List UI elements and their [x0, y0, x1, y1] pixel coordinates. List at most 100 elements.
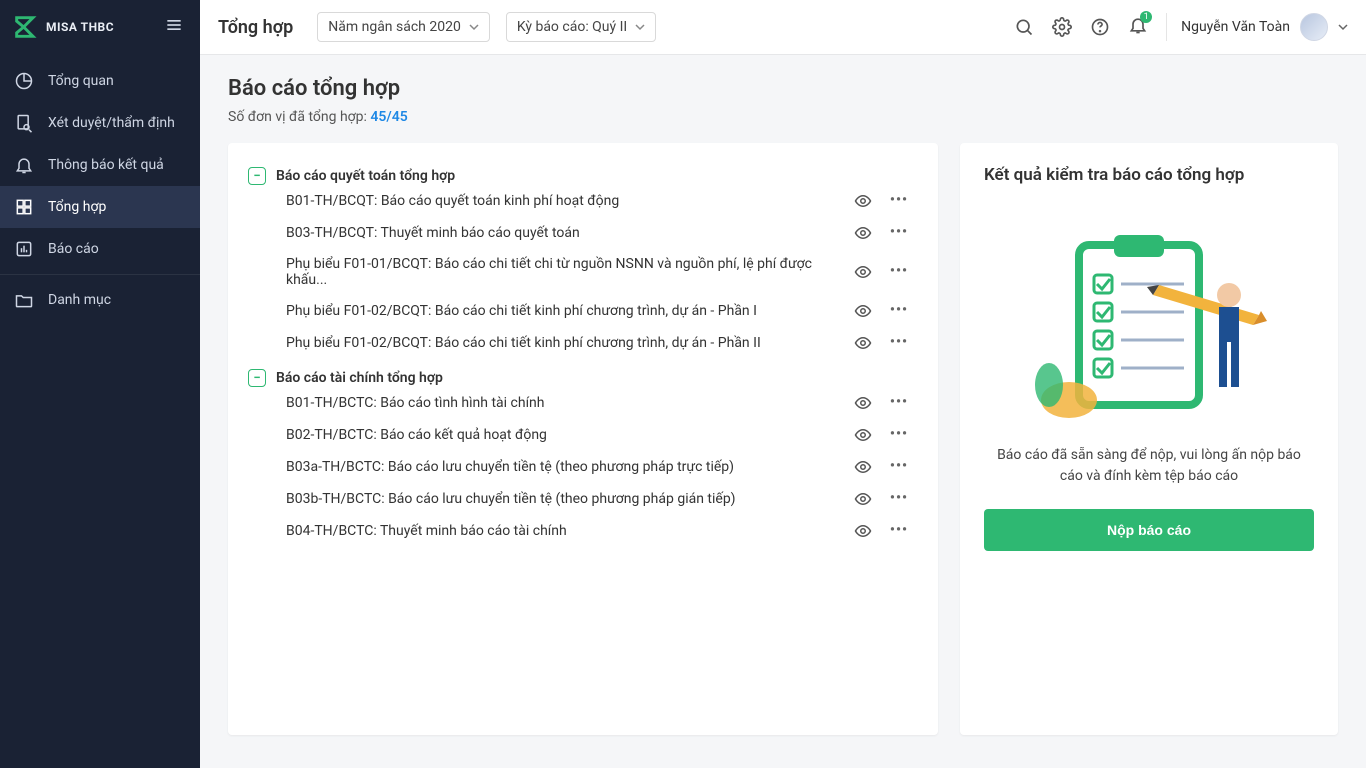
eye-icon[interactable]: [854, 302, 872, 320]
document-search-icon: [14, 113, 34, 133]
report-label[interactable]: B03b-TH/BCTC: Báo cáo lưu chuyển tiền tệ…: [286, 491, 854, 507]
row-actions: •••: [854, 224, 918, 242]
eye-icon[interactable]: [854, 458, 872, 476]
eye-icon[interactable]: [854, 334, 872, 352]
report-row: B01-TH/BCQT: Báo cáo quyết toán kinh phí…: [248, 185, 918, 217]
pie-chart-icon: [14, 71, 34, 91]
chevron-down-icon: [469, 22, 479, 32]
budget-year-select[interactable]: Năm ngân sách 2020: [317, 12, 490, 42]
report-row: B03-TH/BCQT: Thuyết minh báo cáo quyết t…: [248, 217, 918, 249]
eye-icon[interactable]: [854, 224, 872, 242]
period-label: Kỳ báo cáo: Quý II: [517, 19, 627, 35]
more-icon[interactable]: •••: [890, 302, 908, 320]
sidebar-item-report[interactable]: Báo cáo: [0, 228, 200, 270]
sidebar-item-notify[interactable]: Thông báo kết quả: [0, 144, 200, 186]
eye-icon[interactable]: [854, 394, 872, 412]
brand: MISA THBC: [0, 0, 200, 54]
group-header: − Báo cáo tài chính tổng hợp: [248, 369, 918, 387]
report-label[interactable]: B03a-TH/BCTC: Báo cáo lưu chuyển tiền tệ…: [286, 459, 854, 475]
report-row: B03a-TH/BCTC: Báo cáo lưu chuyển tiền tệ…: [248, 451, 918, 483]
report-row: B02-TH/BCTC: Báo cáo kết quả hoạt động ••…: [248, 419, 918, 451]
user-name: Nguyễn Văn Toàn: [1181, 19, 1290, 35]
page-heading: Báo cáo tổng hợp: [228, 76, 1366, 101]
bar-chart-icon: [14, 239, 34, 259]
group-title: Báo cáo quyết toán tổng hợp: [276, 168, 455, 184]
more-icon[interactable]: •••: [890, 490, 908, 508]
sidebar-item-label: Xét duyệt/thẩm định: [48, 115, 175, 131]
summary-label: Số đơn vị đã tổng hợp:: [228, 109, 367, 125]
row-actions: •••: [854, 458, 918, 476]
period-select[interactable]: Kỳ báo cáo: Quý II: [506, 12, 656, 42]
sidebar-item-label: Tổng hợp: [48, 199, 106, 215]
side-panel-title: Kết quả kiểm tra báo cáo tổng hợp: [984, 165, 1244, 185]
report-label[interactable]: B03-TH/BCQT: Thuyết minh báo cáo quyết t…: [286, 225, 854, 241]
more-icon[interactable]: •••: [890, 522, 908, 540]
eye-icon[interactable]: [854, 522, 872, 540]
group-title: Báo cáo tài chính tổng hợp: [276, 370, 443, 386]
eye-icon[interactable]: [854, 192, 872, 210]
row-actions: •••: [854, 302, 918, 320]
row-actions: •••: [854, 394, 918, 412]
more-icon[interactable]: •••: [890, 263, 908, 281]
sidebar-item-label: Thông báo kết quả: [48, 157, 164, 173]
report-row: Phụ biểu F01-01/BCQT: Báo cáo chi tiết c…: [248, 249, 918, 295]
report-row: B03b-TH/BCTC: Báo cáo lưu chuyển tiền tệ…: [248, 483, 918, 515]
more-icon[interactable]: •••: [890, 224, 908, 242]
collapse-icon[interactable]: −: [248, 167, 266, 185]
more-icon[interactable]: •••: [890, 334, 908, 352]
submit-report-button[interactable]: Nộp báo cáo: [984, 509, 1314, 551]
notifications-button[interactable]: 1: [1128, 15, 1148, 39]
bell-icon: [14, 155, 34, 175]
nav-separator: [0, 274, 200, 275]
brand-text: MISA THBC: [46, 20, 114, 34]
row-actions: •••: [854, 522, 918, 540]
menu-toggle-icon[interactable]: [160, 11, 188, 43]
help-icon[interactable]: [1090, 17, 1110, 37]
sidebar-item-overview[interactable]: Tổng quan: [0, 60, 200, 102]
grid-icon: [14, 197, 34, 217]
group-header: − Báo cáo quyết toán tổng hợp: [248, 167, 918, 185]
eye-icon[interactable]: [854, 426, 872, 444]
more-icon[interactable]: •••: [890, 458, 908, 476]
settings-icon[interactable]: [1052, 17, 1072, 37]
more-icon[interactable]: •••: [890, 192, 908, 210]
row-actions: •••: [854, 334, 918, 352]
sidebar-item-approve[interactable]: Xét duyệt/thẩm định: [0, 102, 200, 144]
report-row: Phụ biểu F01-02/BCQT: Báo cáo chi tiết k…: [248, 327, 918, 359]
report-label[interactable]: Phụ biểu F01-02/BCQT: Báo cáo chi tiết k…: [286, 335, 854, 351]
sidebar-item-label: Tổng quan: [48, 73, 114, 89]
group-body: B01-TH/BCTC: Báo cáo tình hình tài chính…: [248, 387, 918, 547]
search-icon[interactable]: [1014, 17, 1034, 37]
group-body: B01-TH/BCQT: Báo cáo quyết toán kinh phí…: [248, 185, 918, 359]
report-label[interactable]: Phụ biểu F01-01/BCQT: Báo cáo chi tiết c…: [286, 256, 854, 288]
report-label[interactable]: Phụ biểu F01-02/BCQT: Báo cáo chi tiết k…: [286, 303, 854, 319]
check-result-card: Kết quả kiểm tra báo cáo tổng hợp: [960, 143, 1338, 735]
collapse-icon[interactable]: −: [248, 369, 266, 387]
sidebar-item-catalog[interactable]: Danh mục: [0, 279, 200, 321]
report-label[interactable]: B04-TH/BCTC: Thuyết minh báo cáo tài chí…: [286, 523, 854, 539]
topbar: Tổng hợp Năm ngân sách 2020 Kỳ báo cáo: …: [200, 0, 1366, 54]
nav: Tổng quan Xét duyệt/thẩm định Thông báo …: [0, 54, 200, 321]
folder-icon: [14, 290, 34, 310]
logo-sigma-icon: [12, 13, 40, 41]
sidebar: MISA THBC Tổng quan Xét duyệt/thẩm định …: [0, 0, 200, 768]
sidebar-item-label: Báo cáo: [48, 241, 99, 257]
user-menu[interactable]: Nguyễn Văn Toàn: [1166, 13, 1348, 41]
sidebar-item-summary[interactable]: Tổng hợp: [0, 186, 200, 228]
more-icon[interactable]: •••: [890, 426, 908, 444]
report-label[interactable]: B02-TH/BCTC: Báo cáo kết quả hoạt động: [286, 427, 854, 443]
sidebar-item-label: Danh mục: [48, 292, 111, 308]
more-icon[interactable]: •••: [890, 394, 908, 412]
report-label[interactable]: B01-TH/BCQT: Báo cáo quyết toán kinh phí…: [286, 193, 854, 209]
report-row: B04-TH/BCTC: Thuyết minh báo cáo tài chí…: [248, 515, 918, 547]
eye-icon[interactable]: [854, 490, 872, 508]
chevron-down-icon: [1338, 22, 1348, 32]
report-label[interactable]: B01-TH/BCTC: Báo cáo tình hình tài chính: [286, 395, 854, 411]
clipboard-illustration: [1009, 225, 1289, 425]
bell-badge: 1: [1140, 11, 1152, 23]
page-title: Báo cáo tổng hợp: [228, 76, 1366, 101]
report-row: B01-TH/BCTC: Báo cáo tình hình tài chính…: [248, 387, 918, 419]
eye-icon[interactable]: [854, 263, 872, 281]
chevron-down-icon: [635, 22, 645, 32]
report-row: Phụ biểu F01-02/BCQT: Báo cáo chi tiết k…: [248, 295, 918, 327]
